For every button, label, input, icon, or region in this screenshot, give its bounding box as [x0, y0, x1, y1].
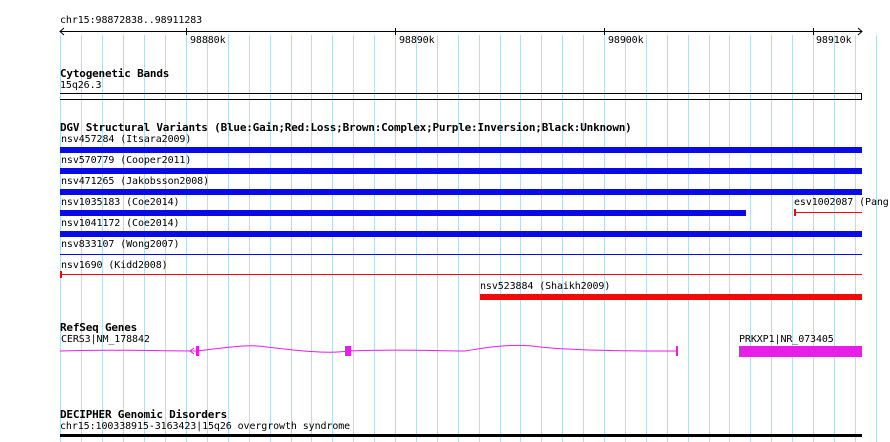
variant-gain-bar[interactable]	[60, 231, 862, 237]
ruler-tick-label: 98900k	[608, 35, 644, 46]
variant-label: nsv1041172 (Coe2014)	[61, 218, 180, 229]
variant-label: nsv1690 (Kidd2008)	[61, 260, 168, 271]
decipher-feature-bar[interactable]	[60, 434, 862, 437]
variant-gain-bar[interactable]	[60, 189, 862, 195]
ruler-tick-label: 98890k	[399, 35, 435, 46]
variant-loss-bar[interactable]	[480, 294, 862, 300]
decipher-track-title[interactable]: DECIPHER Genomic Disorders	[60, 408, 227, 421]
refseq-track-title[interactable]: RefSeq Genes	[60, 321, 137, 334]
variant-gain-bar[interactable]	[60, 210, 746, 216]
ruler-scale	[59, 27, 863, 36]
variant-label: nsv523884 (Shaikh2009)	[480, 281, 611, 292]
variant-gain-line[interactable]	[60, 254, 862, 255]
genome-browser-view: chr15:98872838..98911283 98880k 98890k 9…	[0, 0, 890, 442]
variant-label: nsv1035183 (Coe2014)	[61, 197, 180, 208]
ruler-tick-label: 98880k	[190, 35, 226, 46]
cytoband-label: 15q26.3	[60, 80, 102, 91]
variant-label: esv1002087 (Pang	[794, 197, 889, 208]
dgv-track-title[interactable]: DGV Structural Variants (Blue:Gain;Red:L…	[60, 121, 632, 134]
variant-gain-bar[interactable]	[60, 147, 862, 153]
variant-label: nsv457284 (Itsara2009)	[61, 134, 192, 145]
gene-model-prkxp1[interactable]	[739, 346, 862, 357]
decipher-entry-label: chr15:100338915-3163423|15q26 overgrowth…	[60, 421, 351, 432]
variant-label: nsv471265 (Jakobsson2008)	[61, 176, 210, 187]
gene-label: PRKXP1|NR_073405	[739, 334, 834, 345]
variant-gain-bar[interactable]	[60, 168, 862, 174]
ruler-tick-label: 98910k	[816, 35, 852, 46]
variant-label: nsv570779 (Cooper2011)	[61, 155, 192, 166]
cytoband-track-title[interactable]: Cytogenetic Bands	[60, 67, 169, 80]
variant-label: nsv833107 (Wong2007)	[61, 239, 180, 250]
